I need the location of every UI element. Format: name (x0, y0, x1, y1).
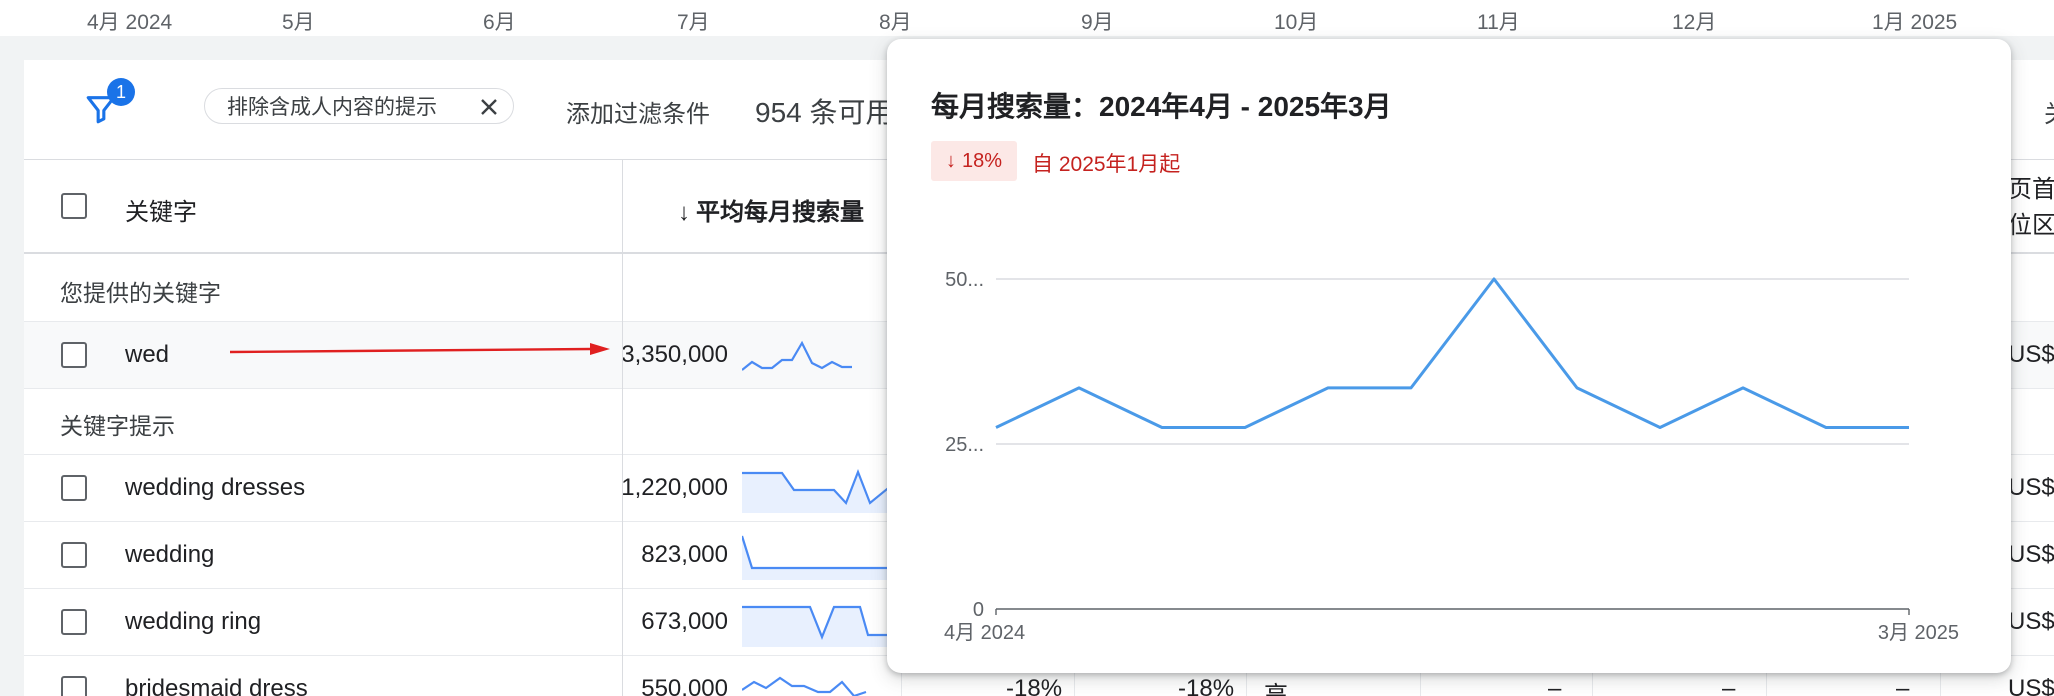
month-label: 11月 (1477, 11, 1520, 34)
month-label: 1月 2025 (1872, 11, 1958, 34)
top-of-page-bid: US$0 (2008, 675, 2054, 696)
avg-monthly-searches: 673,000 (641, 608, 728, 635)
row-checkbox[interactable] (61, 609, 87, 635)
add-filter-button[interactable]: 添加过滤条件 (566, 94, 710, 129)
trend-sparkline[interactable] (742, 664, 892, 696)
y-tick-label: 50... (945, 269, 984, 291)
annotation-arrow-icon (230, 343, 610, 355)
row-checkbox[interactable] (61, 542, 87, 568)
timeline-month-axis: 4月 2024 5月 6月 7月 8月 9月 10月 11月 12月 1月 2025 (0, 0, 2054, 36)
keyword-text: wedding ring (125, 608, 262, 635)
group-label: 您提供的关键字 (60, 280, 221, 306)
column-header-line1: 页首 (2008, 176, 2054, 203)
group-label: 关键字提示 (60, 413, 175, 439)
trend-sparkline[interactable] (742, 330, 892, 380)
column-header-line2: 位区 (2008, 212, 2054, 239)
month-label: 12月 (1672, 11, 1717, 34)
trend-note: 自 2025年1月起 (1032, 153, 1181, 176)
popup-title: 每月搜索量：2024年4月 - 2025年3月 (931, 91, 1392, 122)
top-of-page-bid-low: – (1722, 675, 1736, 696)
column-header-top-of-page-bid[interactable]: 页首 位区 (2008, 172, 2054, 244)
competition: 高 (1264, 682, 1288, 696)
trend-sparkline[interactable] (742, 530, 892, 580)
avg-monthly-searches: 823,000 (641, 541, 728, 568)
keyword-text: wedding (125, 541, 215, 568)
column-divider (622, 160, 623, 696)
trend-sparkline[interactable] (742, 463, 892, 513)
top-of-page-bid-high-placeholder: – (1896, 675, 1910, 696)
x-tick-label: 3月 2025 (1878, 622, 1959, 644)
available-count: 954 条可用 (755, 97, 894, 128)
column-toggle-label[interactable]: 关 (2044, 94, 2054, 129)
month-label: 9月 (1081, 11, 1114, 34)
row-checkbox[interactable] (61, 676, 87, 696)
yoy-change: -18% (1178, 675, 1235, 696)
top-of-page-bid: US$0 (2008, 608, 2054, 635)
month-label: 6月 (483, 11, 516, 34)
column-header-avg-monthly-searches[interactable]: ↓ 平均每月搜索量 (678, 192, 864, 227)
avg-monthly-searches: 1,220,000 (621, 474, 728, 501)
series-line (995, 277, 1909, 429)
top-of-page-bid: US$0 (2008, 541, 2054, 568)
month-label: 10月 (1274, 11, 1319, 34)
arrow-down-icon: ↓ (945, 149, 956, 172)
ad-impression-share: – (1548, 675, 1562, 696)
column-header-keyword[interactable]: 关键字 (125, 192, 197, 227)
month-label: 8月 (879, 11, 912, 34)
three-month-change: -18% (1006, 675, 1063, 696)
month-label: 5月 (282, 11, 315, 34)
column-header-label: 平均每月搜索量 (696, 199, 864, 226)
close-icon[interactable] (477, 95, 501, 119)
top-of-page-bid: US$0 (2008, 474, 2054, 501)
filter-count-badge: 1 (107, 78, 135, 106)
trend-value: 18% (961, 149, 1003, 172)
filter-chip-label: 排除含成人内容的提示 (227, 96, 437, 119)
filter-chip-exclude-adult[interactable]: 排除含成人内容的提示 (204, 88, 514, 124)
trend-sparkline[interactable] (742, 597, 892, 647)
month-label: 4月 2024 (87, 11, 173, 34)
keyword-text: bridesmaid dress (125, 675, 308, 696)
top-of-page-bid: US$0 (2008, 341, 2054, 368)
x-tick-label: 4月 2024 (944, 622, 1025, 644)
y-tick-label: 25... (945, 434, 984, 456)
row-checkbox[interactable] (61, 342, 87, 368)
y-tick-label: 0 (973, 599, 984, 621)
monthly-searches-popup: 每月搜索量：2024年4月 - 2025年3月 ↓ 18% 自 2025年1月起… (887, 39, 2011, 673)
month-label: 7月 (677, 11, 710, 34)
keyword-text: wed (125, 341, 170, 368)
keyword-text: wedding dresses (125, 474, 306, 501)
avg-monthly-searches: 3,350,000 (621, 341, 728, 368)
row-checkbox[interactable] (61, 475, 87, 501)
select-all-checkbox[interactable] (61, 193, 87, 219)
trend-badge: ↓ 18% (931, 141, 1017, 181)
avg-monthly-searches: 550,000 (641, 675, 728, 696)
sort-arrow-icon: ↓ (678, 199, 690, 226)
monthly-searches-chart: 0 25... 50... 4月 2024 3月 2025 (944, 269, 1959, 644)
